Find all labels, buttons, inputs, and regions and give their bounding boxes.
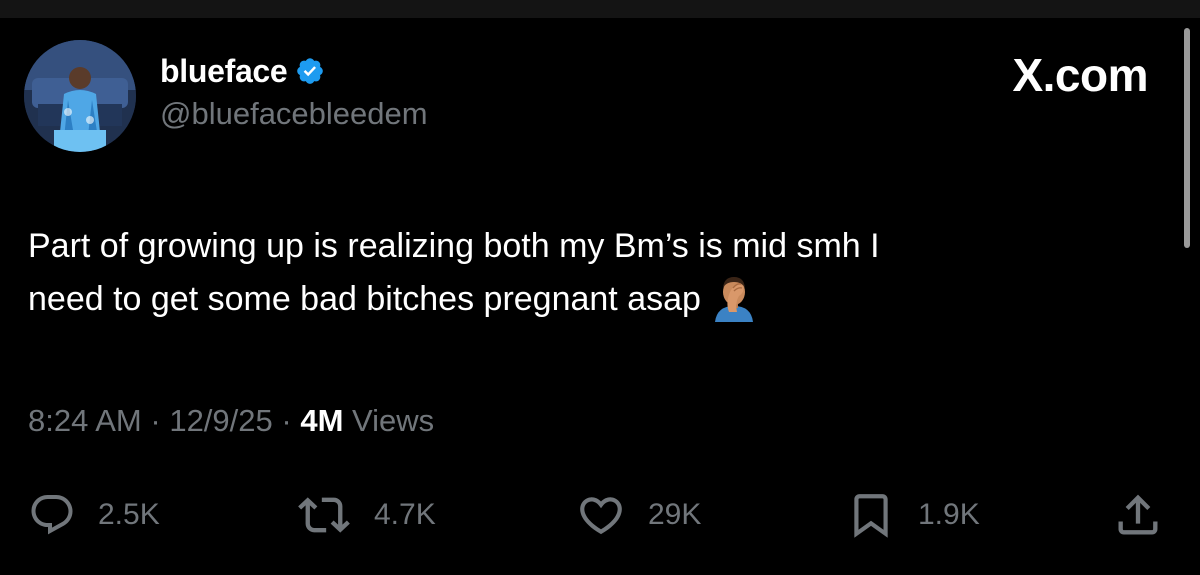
- like-button[interactable]: 29K: [576, 487, 701, 543]
- author-handle[interactable]: @bluefacebleedem: [160, 96, 428, 132]
- man-facepalming-emoji-icon: [709, 272, 759, 323]
- tweet-text-line-2: need to get some bad bitches pregnant as…: [28, 273, 1148, 326]
- reply-icon: [31, 495, 73, 535]
- tweet-meta: 8:24 AM · 12/9/25 · 4M Views: [28, 403, 434, 439]
- bookmark-button[interactable]: 1.9K: [846, 487, 980, 543]
- site-logo: X.com: [1012, 49, 1148, 101]
- author-avatar[interactable]: [24, 40, 136, 152]
- author-display-name[interactable]: blueface: [160, 53, 288, 90]
- verified-badge-icon: [295, 56, 325, 86]
- bookmark-icon: [854, 494, 888, 538]
- bookmark-count: 1.9K: [918, 498, 980, 531]
- tweet-text: Part of growing up is realizing both my …: [28, 220, 1148, 326]
- author-name-row[interactable]: blueface: [160, 50, 325, 92]
- reply-button[interactable]: 2.5K: [28, 487, 160, 543]
- meta-separator: ·: [281, 403, 292, 438]
- repost-count: 4.7K: [374, 498, 436, 531]
- reply-count: 2.5K: [98, 498, 160, 531]
- views-label: Views: [352, 403, 435, 438]
- heart-icon: [580, 497, 622, 535]
- share-button[interactable]: [1112, 487, 1164, 543]
- scrollbar[interactable]: [1184, 28, 1190, 248]
- top-status-strip: [0, 0, 1200, 18]
- tweet-text-line-1: Part of growing up is realizing both my …: [28, 227, 880, 265]
- like-count: 29K: [648, 498, 702, 531]
- share-icon: [1118, 494, 1158, 535]
- user-avatar-icon: [24, 40, 136, 152]
- tweet-date[interactable]: 12/9/25: [169, 403, 272, 438]
- views-count: 4M: [300, 403, 344, 438]
- tweet-text-line-2-content: need to get some bad bitches pregnant as…: [28, 280, 701, 318]
- meta-separator: ·: [150, 403, 161, 438]
- repost-icon: [298, 497, 350, 533]
- repost-button[interactable]: 4.7K: [296, 487, 436, 543]
- tweet-time[interactable]: 8:24 AM: [28, 403, 142, 438]
